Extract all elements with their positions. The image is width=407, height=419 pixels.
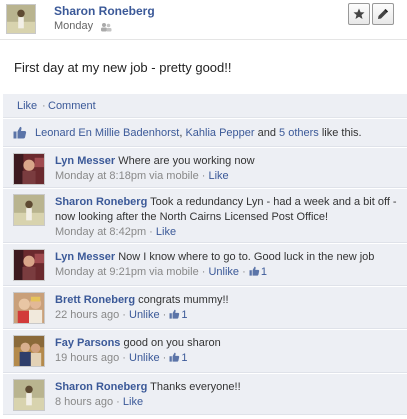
commenter-name[interactable]: Lyn Messer	[55, 251, 115, 263]
post-header: Sharon Roneberg Monday	[0, 0, 407, 40]
comment-time[interactable]: 22 hours ago	[55, 309, 119, 321]
commenter-avatar[interactable]	[13, 335, 45, 367]
comment-item: Lyn Messer Where are you working now Mon…	[3, 148, 407, 188]
comment-text: Where are you working now	[118, 155, 255, 167]
likes-others-link[interactable]: 5 others	[279, 127, 319, 139]
comment-like-link[interactable]: Like	[156, 226, 176, 238]
commenter-name[interactable]: Sharon Roneberg	[55, 196, 147, 208]
comment-time[interactable]: Monday at 8:18pm via mobile	[55, 170, 199, 182]
commenter-avatar[interactable]	[13, 153, 45, 185]
comment-item: Brett Roneberg congrats mummy!! 22 hours…	[3, 287, 407, 329]
comment-link[interactable]: Comment	[48, 100, 96, 112]
thumbs-up-icon	[13, 126, 27, 139]
post-message: First day at my new job - pretty good!!	[14, 60, 232, 75]
separator-dot: ·	[42, 100, 46, 112]
star-button[interactable]	[348, 3, 370, 25]
comment-time[interactable]: Monday at 9:21pm via mobile	[55, 266, 199, 278]
thumbs-up-icon	[169, 309, 180, 319]
comment-like-link[interactable]: Like	[123, 396, 143, 408]
post-author-name[interactable]: Sharon Roneberg	[54, 4, 155, 18]
liker-kahlia[interactable]: Kahlia Pepper	[185, 127, 254, 139]
comment-unlike-link[interactable]: Unlike	[208, 266, 239, 278]
comment-item: Sharon Roneberg Took a redundancy Lyn - …	[3, 189, 407, 243]
commenter-avatar[interactable]	[13, 292, 45, 324]
comment-text: Thanks everyone!!	[150, 381, 241, 393]
post-actions-bar: Like · Comment	[3, 94, 407, 118]
comment-text: good on you sharon	[123, 337, 221, 349]
comment-item: Lyn Messer Now I know where to go to. Go…	[3, 244, 407, 286]
comment-like-count[interactable]: 1	[181, 309, 187, 321]
comment-time[interactable]: 19 hours ago	[55, 352, 119, 364]
commenter-avatar[interactable]	[13, 194, 45, 226]
edit-button[interactable]	[372, 3, 394, 25]
likes-summary: Leonard En Millie Badenhorst, Kahlia Pep…	[3, 119, 407, 147]
pencil-icon	[378, 9, 388, 19]
likes-and: and	[257, 127, 276, 139]
comment-time[interactable]: Monday at 8:42pm	[55, 226, 146, 238]
comment-like-link[interactable]: Like	[208, 170, 228, 182]
commenter-avatar[interactable]	[13, 379, 45, 411]
comment-text: congrats mummy!!	[138, 294, 229, 306]
likes-suffix: like this.	[321, 127, 362, 139]
comment-text: Now I know where to go to. Good luck in …	[118, 251, 375, 263]
comment-unlike-link[interactable]: Unlike	[129, 309, 160, 321]
thumbs-up-icon	[249, 266, 260, 276]
friends-audience-icon[interactable]	[100, 22, 112, 32]
star-icon	[353, 8, 365, 19]
like-link[interactable]: Like	[17, 100, 37, 112]
comment-like-count[interactable]: 1	[261, 266, 267, 278]
commenter-name[interactable]: Brett Roneberg	[55, 294, 135, 306]
comment-item: Sharon Roneberg Thanks everyone!! 8 hour…	[3, 374, 407, 415]
author-avatar[interactable]	[6, 4, 36, 34]
comment-like-count[interactable]: 1	[181, 352, 187, 364]
commenter-name[interactable]: Fay Parsons	[55, 337, 120, 349]
commenter-avatar[interactable]	[13, 249, 45, 281]
thumbs-up-icon	[169, 352, 180, 362]
post-timestamp[interactable]: Monday	[54, 20, 93, 32]
comment-unlike-link[interactable]: Unlike	[129, 352, 160, 364]
commenter-name[interactable]: Sharon Roneberg	[55, 381, 147, 393]
commenter-name[interactable]: Lyn Messer	[55, 155, 115, 167]
comment-time[interactable]: 8 hours ago	[55, 396, 113, 408]
comment-item: Fay Parsons good on you sharon 19 hours …	[3, 330, 407, 373]
liker-separator: ,	[179, 127, 183, 139]
liker-leonard[interactable]: Leonard En Millie Badenhorst	[35, 127, 179, 139]
